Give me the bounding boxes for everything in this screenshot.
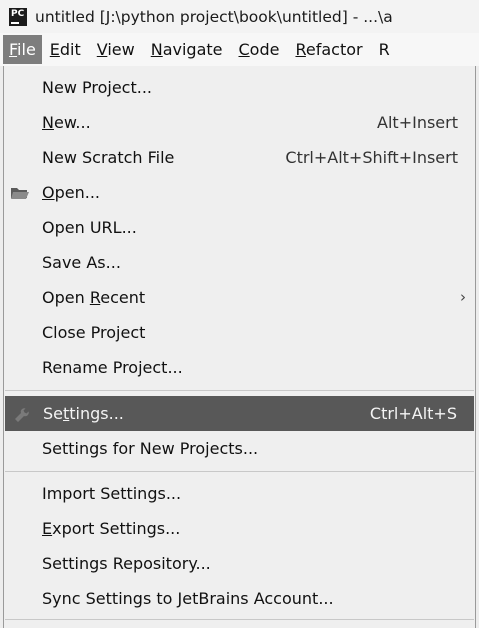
menu-item-settings-repository[interactable]: Settings Repository... bbox=[4, 546, 475, 581]
menu-item-open-url[interactable]: Open URL... bbox=[4, 210, 475, 245]
window-titlebar: PC untitled [J:\python project\book\unti… bbox=[0, 0, 479, 33]
menu-separator bbox=[5, 471, 474, 472]
menu-item-new-scratch-file[interactable]: New Scratch File Ctrl+Alt+Shift+Insert bbox=[4, 140, 475, 175]
menu-item-shortcut: Ctrl+Alt+S bbox=[369, 404, 457, 423]
wrench-icon bbox=[15, 408, 29, 422]
menu-item-label: Settings Repository... bbox=[42, 554, 211, 573]
menu-code[interactable]: Code bbox=[231, 35, 288, 64]
menu-item-label: Import Settings... bbox=[42, 484, 182, 503]
menu-item-settings[interactable]: Settings... Ctrl+Alt+S bbox=[5, 396, 474, 431]
menu-item-label: New... bbox=[42, 113, 91, 132]
menu-item-label: Sync Settings to JetBrains Account... bbox=[42, 589, 334, 608]
menu-item-label: Rename Project... bbox=[42, 358, 183, 377]
menu-view[interactable]: View bbox=[89, 35, 143, 64]
menu-item-settings-new-projects[interactable]: Settings for New Projects... bbox=[4, 431, 475, 466]
menu-item-new[interactable]: New... Alt+Insert bbox=[4, 105, 475, 140]
menu-item-label: Settings... bbox=[43, 404, 124, 423]
app-icon-label: PC bbox=[11, 8, 25, 19]
menu-item-label: Close Project bbox=[42, 323, 146, 342]
pycharm-app-icon: PC bbox=[9, 7, 27, 26]
file-menu-dropdown: New Project... New... Alt+Insert New Scr… bbox=[3, 66, 476, 628]
menu-item-label: Export Settings... bbox=[42, 519, 181, 538]
menu-item-label: Save As... bbox=[42, 253, 121, 272]
menu-item-open-recent[interactable]: Open Recent › bbox=[4, 280, 475, 315]
menu-edit[interactable]: Edit bbox=[42, 35, 89, 64]
menu-navigate[interactable]: Navigate bbox=[143, 35, 231, 64]
menu-item-shortcut: Alt+Insert bbox=[377, 113, 458, 132]
menu-run-truncated[interactable]: R bbox=[371, 35, 398, 64]
menu-item-new-project[interactable]: New Project... bbox=[4, 70, 475, 105]
menu-item-sync-settings[interactable]: Sync Settings to JetBrains Account... bbox=[4, 581, 475, 616]
menu-file[interactable]: File bbox=[3, 35, 42, 64]
folder-icon bbox=[11, 188, 29, 199]
window-title: untitled [J:\python project\book\untitle… bbox=[35, 7, 393, 26]
menu-item-rename-project[interactable]: Rename Project... bbox=[4, 350, 475, 385]
menu-item-save-as[interactable]: Save As... bbox=[4, 245, 475, 280]
menu-refactor[interactable]: Refactor bbox=[287, 35, 370, 64]
menu-item-label: New Scratch File bbox=[42, 148, 175, 167]
menu-separator bbox=[5, 619, 474, 620]
menu-item-close-project[interactable]: Close Project bbox=[4, 315, 475, 350]
menu-bar: File Edit View Navigate Code Refactor R bbox=[0, 33, 479, 66]
menu-separator bbox=[5, 390, 474, 391]
menu-item-label: Open... bbox=[42, 183, 100, 202]
submenu-arrow-icon: › bbox=[460, 288, 466, 306]
menu-item-import-settings[interactable]: Import Settings... bbox=[4, 476, 475, 511]
menu-item-label: Settings for New Projects... bbox=[42, 439, 259, 458]
menu-item-shortcut: Ctrl+Alt+Shift+Insert bbox=[285, 148, 458, 167]
menu-item-label: New Project... bbox=[42, 78, 152, 97]
menu-item-label: Open Recent bbox=[42, 288, 146, 307]
menu-item-open[interactable]: Open... bbox=[4, 175, 475, 210]
menu-item-label: Open URL... bbox=[42, 218, 137, 237]
menu-item-export-settings[interactable]: Export Settings... bbox=[4, 511, 475, 546]
